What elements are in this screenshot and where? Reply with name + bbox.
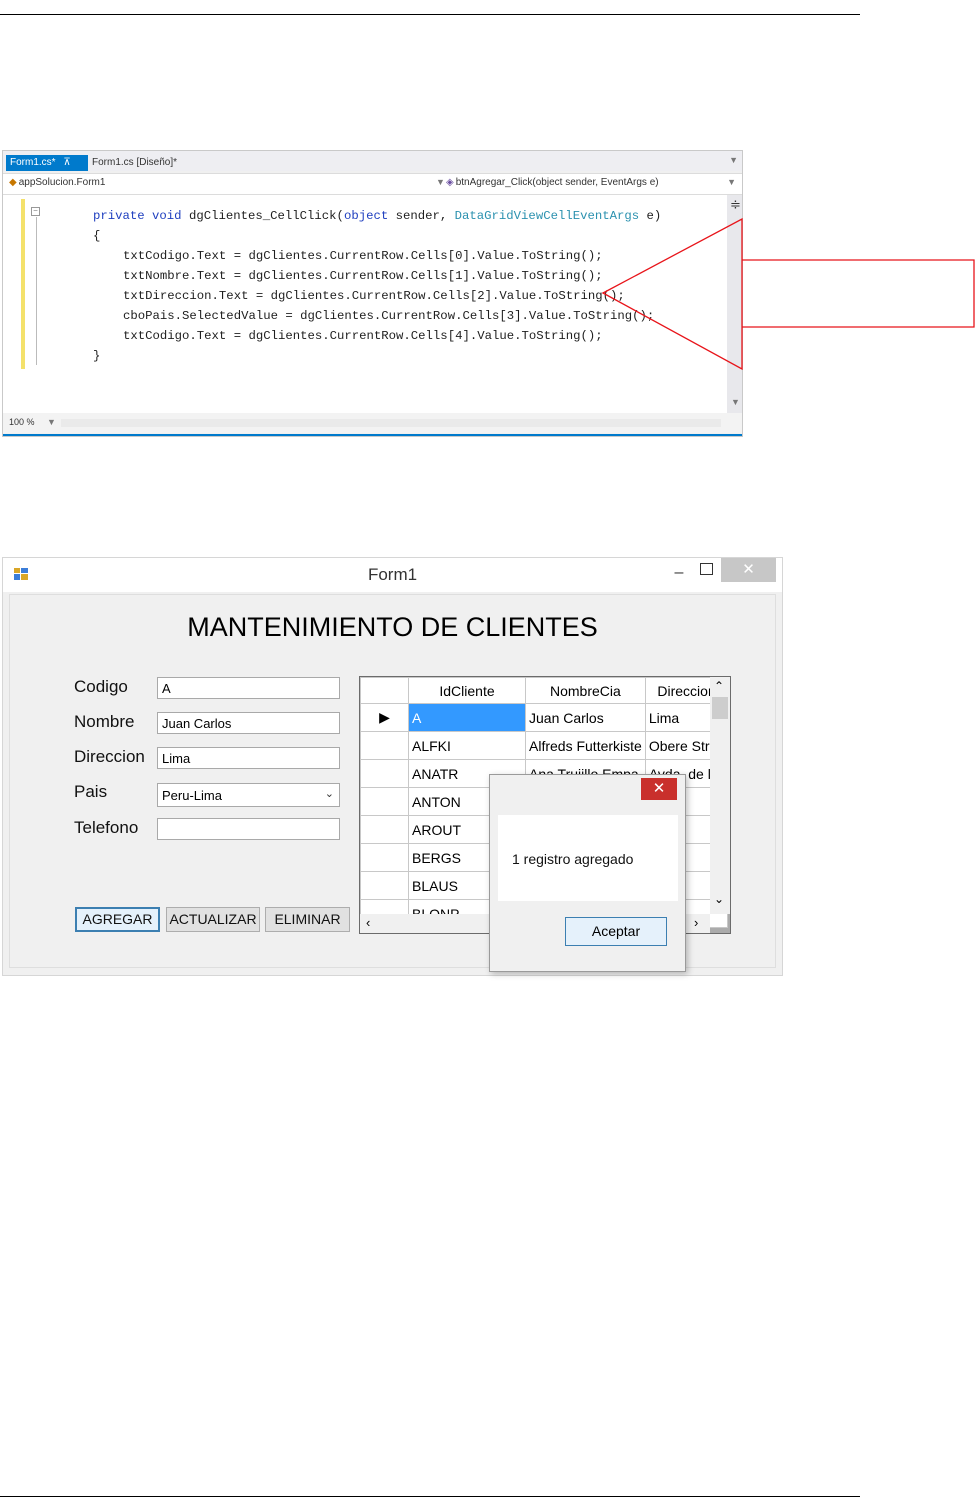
class-name: appSolucion.Form1 [18,177,106,188]
grid-cell[interactable]: Juan Carlos [525,703,646,732]
grid-scroll-thumb[interactable] [712,697,728,719]
row-selector-icon[interactable]: ▶ [360,703,409,732]
telefono-field[interactable] [157,818,340,840]
chevron-down-icon[interactable]: ▼ [436,177,445,187]
label-nombre: Nombre [74,712,135,731]
member-dropdown[interactable]: ◈ btnAgregar_Click(object sender, EventAr… [446,177,659,188]
class-icon: ◆ [9,177,17,188]
horizontal-scrollbar[interactable] [61,419,721,427]
grid-cell[interactable]: Alfreds Futterkiste [525,731,646,760]
callout-arrow-outline [602,218,975,370]
collapse-icon[interactable]: − [31,207,40,216]
chevron-right-icon[interactable]: › [694,915,698,930]
column-header[interactable]: IdCliente [408,677,526,704]
chevron-down-icon[interactable]: ▼ [727,177,736,187]
outline-line [36,217,37,365]
close-icon[interactable]: ✕ [641,778,677,800]
code-line: txtDireccion.Text = dgClientes.CurrentRo… [123,289,625,303]
grid-cell[interactable]: A [408,703,526,732]
grid-cell[interactable]: ALFKI [408,731,526,760]
chevron-down-icon[interactable]: ⌄ [714,892,724,906]
agregar-button[interactable]: AGREGAR [75,907,160,932]
scroll-down-icon[interactable]: ▼ [731,397,740,407]
editor-tab-strip: Form1.cs* ⊼ ✕ Form1.cs [Diseño]* ▼ [3,151,742,184]
tab-label: Form1.cs [Diseño]* [92,157,178,168]
message-text: 1 registro agregado [512,851,634,867]
change-marker [21,199,25,369]
row-header[interactable] [360,815,409,844]
eliminar-button[interactable]: ELIMINAR [265,907,350,932]
row-header[interactable] [360,871,409,900]
chevron-down-icon[interactable]: ▼ [729,155,738,165]
class-dropdown[interactable]: ◆ appSolucion.Form1 [9,177,105,188]
page-top-rule [0,14,860,15]
tab-label: Form1.cs* [10,157,56,168]
page-title: MANTENIMIENTO DE CLIENTES [187,612,598,642]
code-line: txtNombre.Text = dgClientes.CurrentRow.C… [123,269,603,283]
column-header[interactable]: NombreCia [525,677,646,704]
chevron-down-icon[interactable]: ⌄ [325,787,334,800]
pais-selected-value: Peru-Lima [162,788,222,803]
pais-select[interactable]: Peru-Lima ⌄ [157,783,340,807]
label-codigo: Codigo [74,677,128,696]
window-title: Form1 [367,565,418,584]
callout-arrow-shape [602,218,975,370]
label-direccion: Direccion [74,747,145,766]
message-box: ✕ 1 registro agregado Aceptar [489,774,686,972]
row-header[interactable] [360,759,409,788]
editor-navigation-bar: ◆ appSolucion.Form1 ▼ ◈ btnAgregar_Click(o… [3,173,742,195]
message-body: 1 registro agregado [498,815,678,901]
member-name: btnAgregar_Click(object sender, EventArg… [455,177,659,188]
direccion-field[interactable]: Lima [157,747,340,769]
code-line: txtCodigo.Text = dgClientes.CurrentRow.C… [123,249,603,263]
form1-window: Form1 – ✕ MANTENIMIENTO DE CLIENTES Codi… [2,557,783,976]
tab-form1-cs[interactable]: Form1.cs* ⊼ ✕ [6,155,88,184]
label-pais: Pais [74,782,108,801]
row-header[interactable] [360,787,409,816]
nombre-field[interactable]: Juan Carlos [157,712,340,734]
editor-status-bar: 100 % ▼ [3,413,742,433]
close-icon[interactable]: ✕ [721,558,776,582]
code-line-signature: private void dgClientes_CellClick(object… [93,209,662,223]
label-telefono: Telefono [74,818,139,837]
chevron-up-icon[interactable]: ⌃ [714,679,724,693]
code-line-close-brace: } [93,349,101,363]
minimize-icon[interactable]: – [669,564,689,582]
table-row[interactable]: ALFKI Alfreds Futterkiste Obere Str. 5 [360,731,729,760]
row-header-corner [360,677,409,704]
codigo-field[interactable]: A [157,677,340,699]
grid-header-row: IdCliente NombreCia Direccion [360,677,729,704]
row-header[interactable] [360,843,409,872]
editor-accent-line [3,434,742,436]
window-titlebar: Form1 – ✕ [3,558,782,592]
table-row[interactable]: ▶ A Juan Carlos Lima [360,703,729,732]
aceptar-button[interactable]: Aceptar [565,917,667,946]
chevron-left-icon[interactable]: ‹ [366,915,370,930]
method-icon: ◈ [446,177,454,188]
maximize-icon[interactable] [700,563,713,575]
tab-form1-design[interactable]: Form1.cs [Diseño]* [88,155,208,171]
pin-icon[interactable]: ⊼ [63,157,70,168]
page-bottom-rule [0,1496,860,1497]
actualizar-button[interactable]: ACTUALIZAR [166,907,260,932]
code-line: cboPais.SelectedValue = dgClientes.Curre… [123,309,655,323]
chevron-down-icon[interactable]: ▼ [47,417,56,427]
code-line: txtCodigo.Text = dgClientes.CurrentRow.C… [123,329,603,343]
row-header[interactable] [360,731,409,760]
zoom-level[interactable]: 100 % [9,417,35,427]
splitter-icon[interactable]: ≑ [730,197,741,213]
code-line-open-brace: { [93,229,101,243]
